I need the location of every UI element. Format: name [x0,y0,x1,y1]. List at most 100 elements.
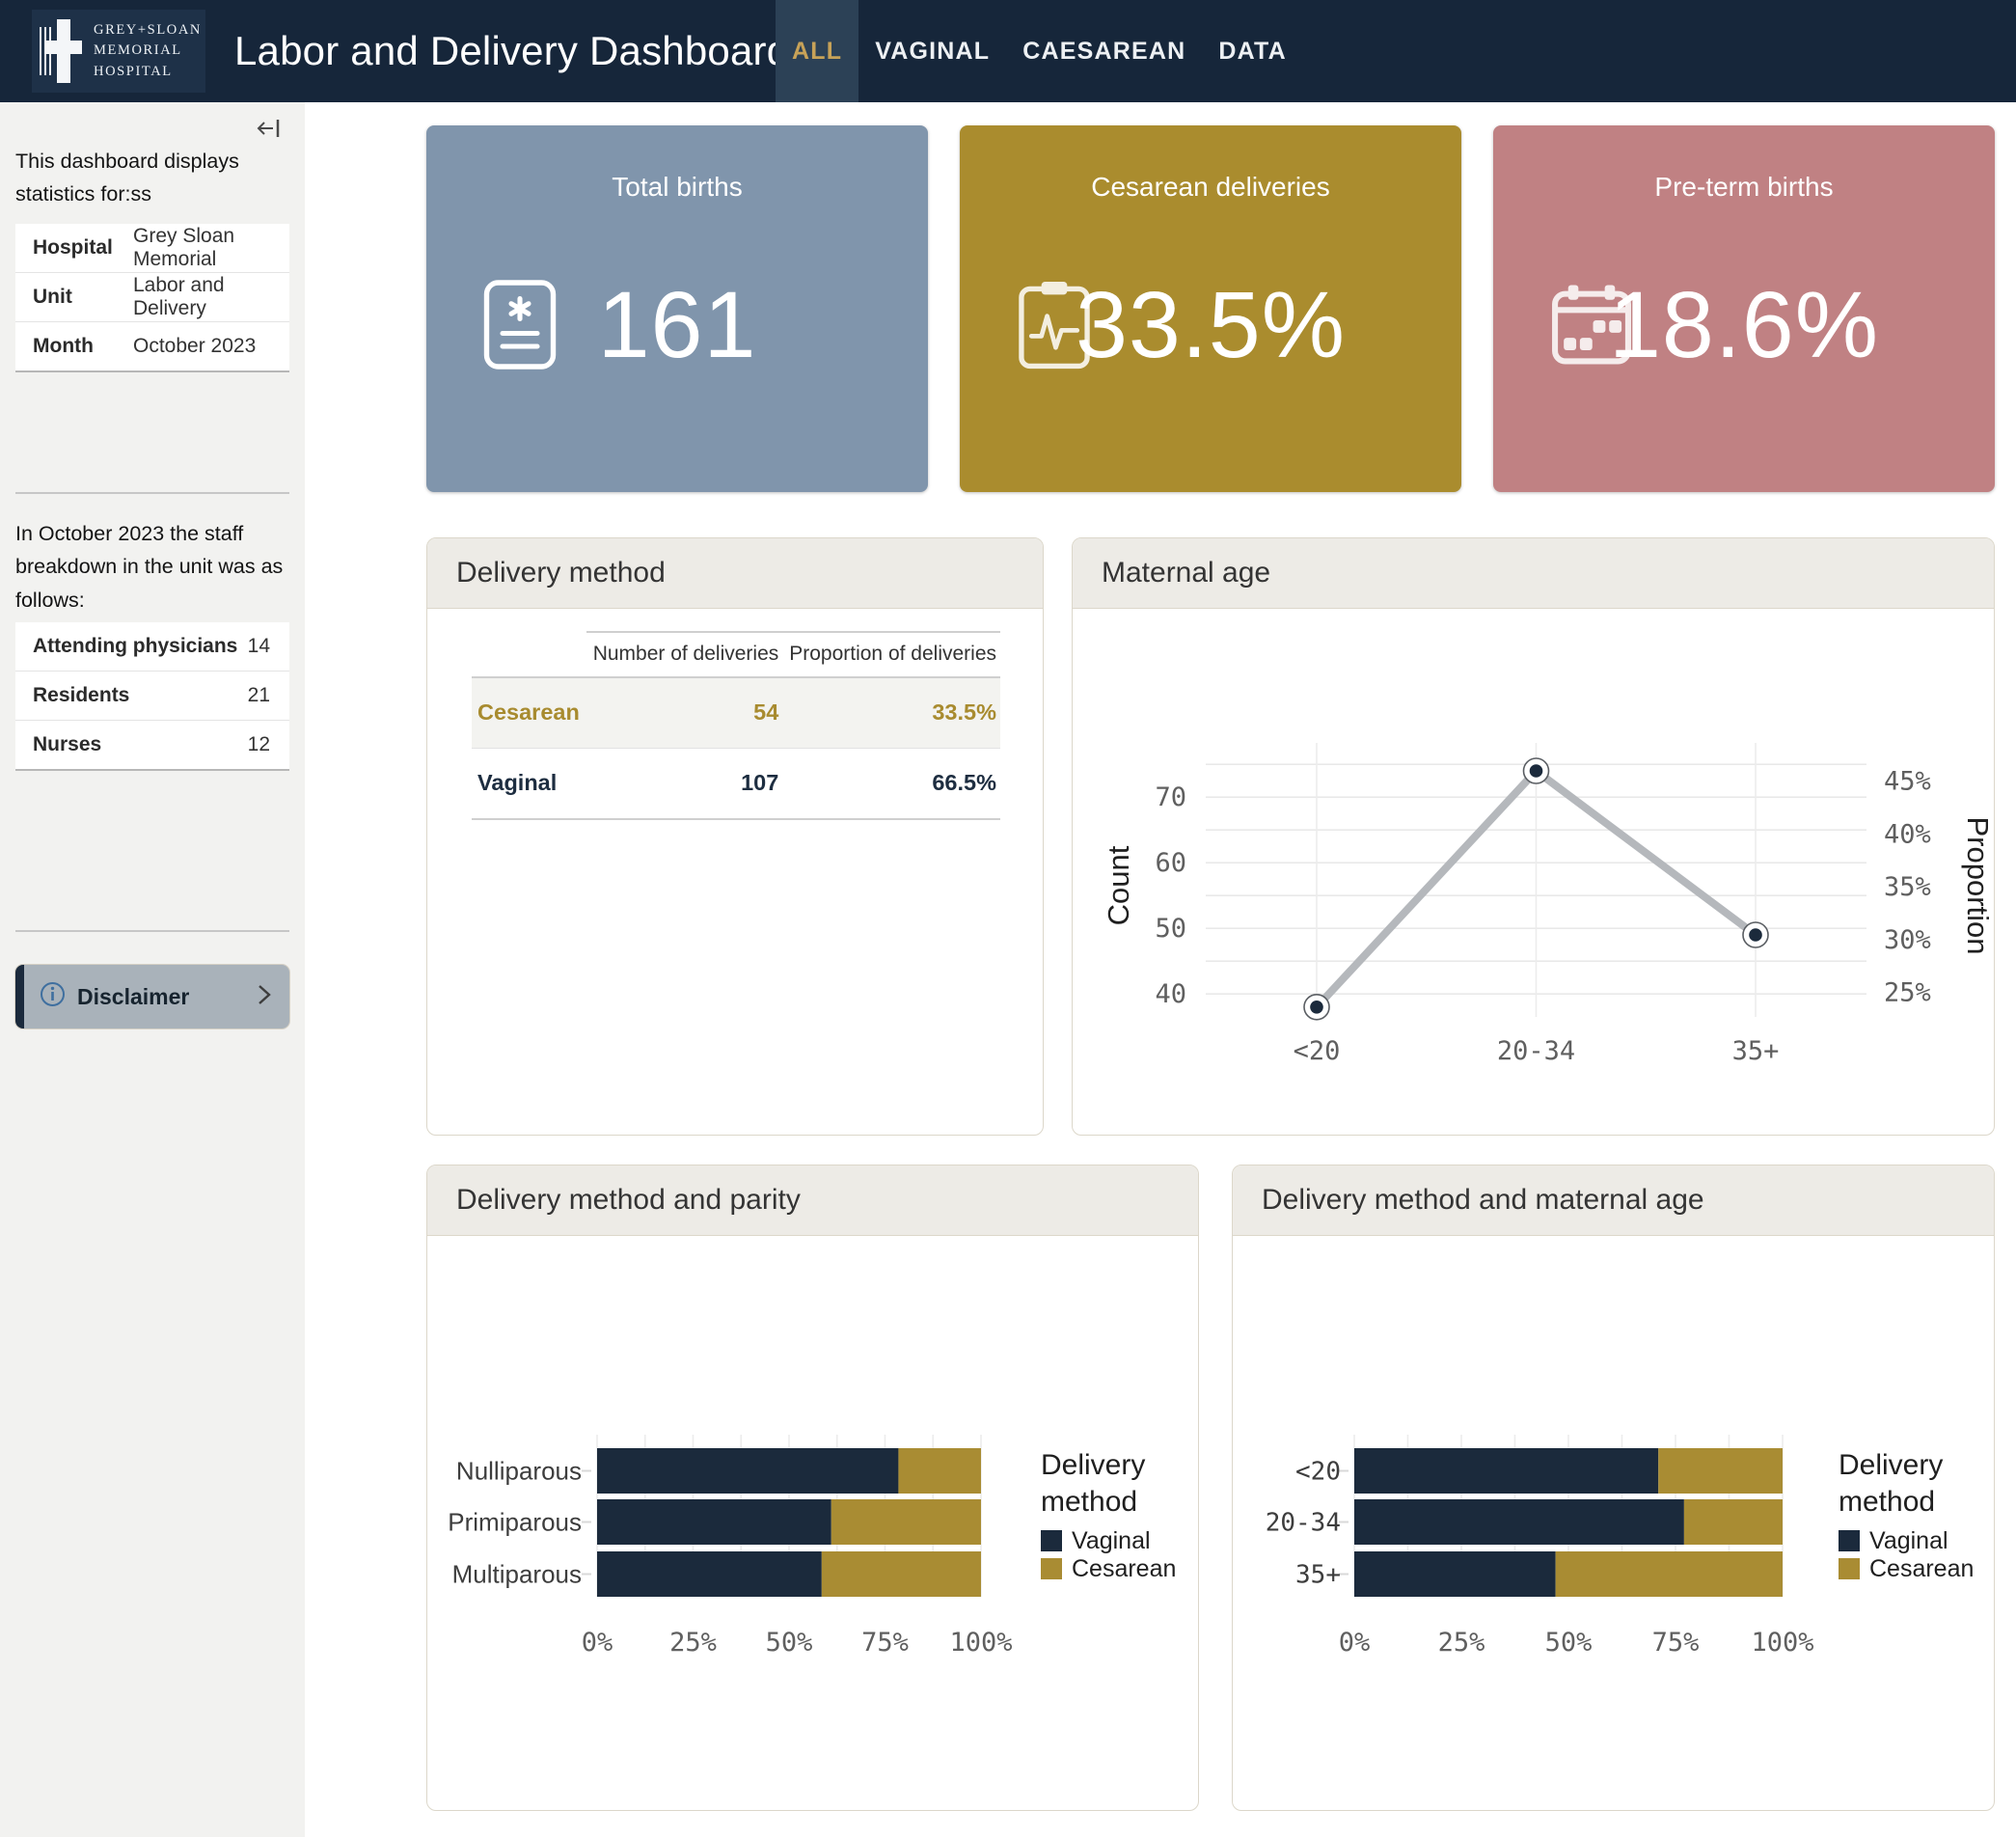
chevron-right-icon [255,981,274,1013]
svg-text:Multiparous: Multiparous [452,1560,582,1589]
tab-vaginal[interactable]: VAGINAL [858,0,1006,102]
staff-intro-text: In October 2023 the staff breakdown in t… [15,517,291,617]
valuebox-value: 33.5% [960,271,1461,379]
valuebox-total-births: Total births 161 [426,125,928,492]
valuebox-title: Pre-term births [1493,172,1995,203]
page-title: Labor and Delivery Dashboard [234,0,789,102]
navbar-tabs: ALLVAGINALCAESAREANDATA [776,0,1303,102]
table-cell: 54 [586,677,782,749]
brand-line: HOSPITAL [94,62,202,82]
svg-text:25%: 25% [1884,978,1931,1008]
svg-text:75%: 75% [861,1628,909,1658]
svg-text:25%: 25% [1438,1628,1485,1658]
table-cell: Cesarean [472,677,586,749]
svg-text:70: 70 [1155,782,1186,812]
table-cell: Vaginal [472,748,586,819]
svg-text:method: method [1839,1486,1935,1518]
delivery-age-bar-chart: <2020-3435+0%25%50%75%100%Deliverymethod… [1233,1235,1994,1810]
row-value: Grey Sloan Memorial [133,225,289,271]
staff-table: Attending physicians14Residents21Nurses1… [15,622,289,771]
table-header-stub [472,632,586,677]
table-row: Attending physicians14 [15,622,289,672]
table-cell: 33.5% [782,677,1000,749]
svg-text:Nulliparous: Nulliparous [456,1457,582,1486]
svg-text:Delivery: Delivery [1839,1449,1943,1481]
valuebox-cesarean-deliveries: Cesarean deliveries 33.5% [960,125,1461,492]
svg-text:Delivery: Delivery [1041,1449,1145,1481]
svg-text:Proportion: Proportion [1961,816,1994,954]
tab-data[interactable]: DATA [1202,0,1303,102]
row-value: October 2023 [133,335,256,358]
card-delivery-age: Delivery method and maternal age <2020-3… [1232,1165,1995,1811]
divider [15,930,289,932]
valuebox-title: Total births [426,172,928,203]
svg-text:75%: 75% [1652,1628,1700,1658]
table-row: HospitalGrey Sloan Memorial [15,224,289,273]
valuebox-title: Cesarean deliveries [960,172,1461,203]
brand-line: GREY+SLOAN [94,20,202,41]
tab-all[interactable]: ALL [776,0,858,102]
navbar: GREY+SLOAN MEMORIAL HOSPITAL Labor and D… [0,0,2016,102]
svg-text:20-34: 20-34 [1497,1036,1575,1066]
info-icon [40,981,66,1012]
delivery-parity-bar-chart: NulliparousPrimiparousMultiparous0%25%50… [427,1235,1198,1810]
table-row: Residents21 [15,672,289,721]
card-title: Delivery method and parity [427,1165,1198,1236]
hospital-logo-text: GREY+SLOAN MEMORIAL HOSPITAL [94,20,202,81]
svg-text:50%: 50% [1545,1628,1593,1658]
svg-text:60: 60 [1155,848,1186,878]
card-maternal-age: Maternal age 4050607025%30%35%40%45%<202… [1072,537,1995,1136]
card-title: Maternal age [1073,538,1994,609]
card-title: Delivery method [427,538,1043,609]
table-cell: 66.5% [782,748,1000,819]
svg-text:Primiparous: Primiparous [448,1508,582,1537]
svg-text:100%: 100% [949,1628,1012,1658]
svg-text:method: method [1041,1486,1137,1518]
row-value: 21 [248,684,289,707]
svg-text:30%: 30% [1884,925,1931,955]
row-label: Nurses [15,733,248,756]
table-row: Nurses12 [15,721,289,769]
svg-text:0%: 0% [1339,1628,1371,1658]
table-header: Proportion of deliveries [782,632,1000,677]
svg-text:Cesarean: Cesarean [1869,1555,1974,1582]
svg-text:Cesarean: Cesarean [1072,1555,1176,1582]
svg-text:Count: Count [1102,845,1135,925]
delivery-method-table: Number of deliveries Proportion of deliv… [472,631,1000,820]
table-cell: 107 [586,748,782,819]
table-row: Cesarean5433.5% [472,677,1000,749]
dashboard-root: GREY+SLOAN MEMORIAL HOSPITAL Labor and D… [0,0,2016,1837]
divider [15,492,289,494]
row-label: Unit [15,286,133,309]
svg-text:<20: <20 [1295,1458,1341,1487]
card-delivery-parity: Delivery method and parity Nulliparous Pr… [426,1165,1199,1811]
svg-text:40: 40 [1155,979,1186,1009]
card-title: Delivery method and maternal age [1233,1165,1994,1236]
disclaimer-label: Disclaimer [77,984,189,1010]
table-row: UnitLabor and Delivery [15,273,289,322]
hospital-cross-icon [40,19,84,83]
svg-text:Vaginal: Vaginal [1869,1527,1948,1554]
sidebar-collapse-icon[interactable] [255,116,284,141]
svg-text:50%: 50% [766,1628,813,1658]
table-row: Vaginal10766.5% [472,748,1000,819]
hospital-info-table: HospitalGrey Sloan MemorialUnitLabor and… [15,224,289,372]
svg-text:35%: 35% [1884,872,1931,902]
row-label: Month [15,335,133,358]
disclaimer-button[interactable]: Disclaimer [15,965,289,1028]
svg-text:35+: 35+ [1732,1036,1780,1066]
row-value: Labor and Delivery [133,274,289,320]
sidebar: This dashboard displays statistics for:s… [0,102,305,1837]
sidebar-intro-text: This dashboard displays statistics for:s… [15,145,291,211]
svg-text:Vaginal: Vaginal [1072,1527,1151,1554]
maternal-age-line-chart: 4050607025%30%35%40%45%<2020-3435+CountP… [1073,608,1994,1135]
svg-text:40%: 40% [1884,819,1931,849]
valuebox-value: 161 [426,271,928,379]
svg-text:<20: <20 [1294,1036,1341,1066]
svg-text:35+: 35+ [1295,1561,1341,1590]
hospital-logo: GREY+SLOAN MEMORIAL HOSPITAL [32,10,205,93]
row-value: 12 [248,733,289,756]
tab-caesarean[interactable]: CAESAREAN [1006,0,1202,102]
card-delivery-method: Delivery method Number of deliveries Pro… [426,537,1044,1136]
svg-text:25%: 25% [669,1628,717,1658]
